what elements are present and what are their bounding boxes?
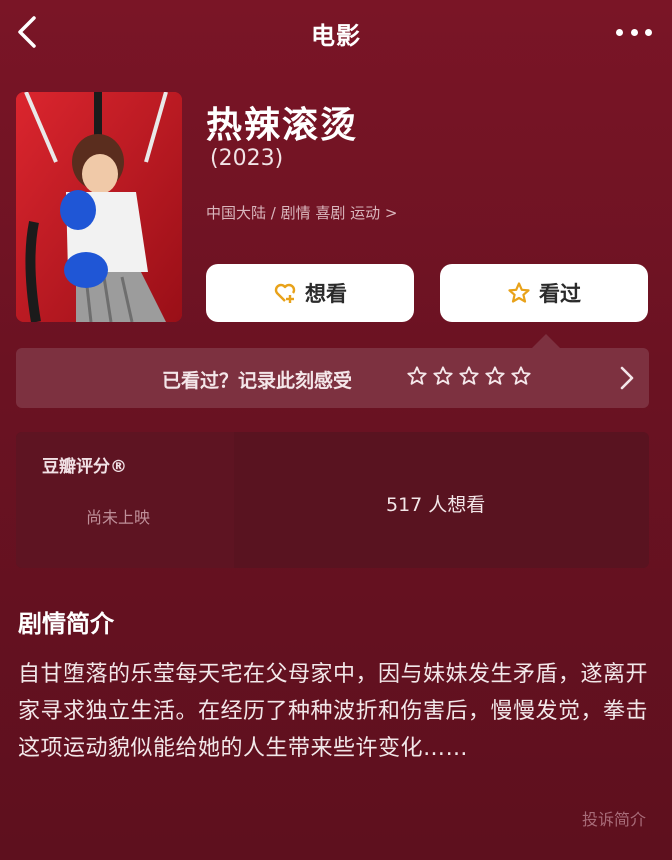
seen-label: 看过 — [539, 282, 581, 306]
page-title: 电影 — [311, 22, 361, 50]
douban-score-label: 豆瓣评分® — [42, 457, 127, 477]
movie-title: 热辣滚烫 — [206, 105, 359, 146]
rating-stars[interactable] — [406, 365, 532, 387]
star-outline-icon[interactable] — [510, 365, 532, 387]
want-label: 想看 — [305, 282, 347, 306]
rating-prompt-bar[interactable]: 已看过？记录此刻感受 — [16, 348, 649, 408]
more-dot — [630, 28, 638, 36]
star-outline-icon[interactable] — [432, 365, 454, 387]
synopsis-heading: 剧情简介 — [18, 610, 114, 638]
release-status: 尚未上映 — [86, 508, 151, 527]
more-dot — [645, 28, 652, 36]
more-dots-icon — [616, 28, 623, 36]
want-button[interactable]: 想看 — [206, 264, 414, 322]
rating-notch — [532, 334, 560, 348]
report-synopsis-link[interactable]: 投诉简介 — [582, 806, 646, 830]
star-outline-icon[interactable] — [406, 365, 428, 387]
heart-plus-icon — [274, 283, 296, 303]
star-icon — [508, 282, 530, 303]
score-card: 豆瓣评分® 尚未上映 517 人想看 — [16, 432, 649, 568]
star-outline-icon[interactable] — [484, 365, 506, 387]
want-count: 517 人想看 — [386, 494, 486, 516]
movie-meta-link[interactable]: 中国大陆 / 剧情 喜剧 运动 > — [206, 202, 397, 223]
score-panel: 豆瓣评分® 尚未上映 — [16, 432, 234, 568]
star-outline-icon[interactable] — [458, 365, 480, 387]
more-button[interactable] — [616, 18, 652, 46]
movie-year: (2023) — [210, 146, 284, 171]
rating-prompt-text: 已看过？记录此刻感受 — [162, 370, 353, 392]
chevron-right-icon — [620, 366, 634, 390]
seen-button[interactable]: 看过 — [440, 264, 648, 322]
movie-poster[interactable] — [16, 92, 182, 322]
top-bar: 电影 — [0, 0, 672, 66]
poster-image — [16, 92, 182, 322]
synopsis-text[interactable]: 自甘堕落的乐莹每天宅在父母家中，因与妹妹发生矛盾，遂离开家寻求独立生活。在经历了… — [18, 656, 654, 767]
